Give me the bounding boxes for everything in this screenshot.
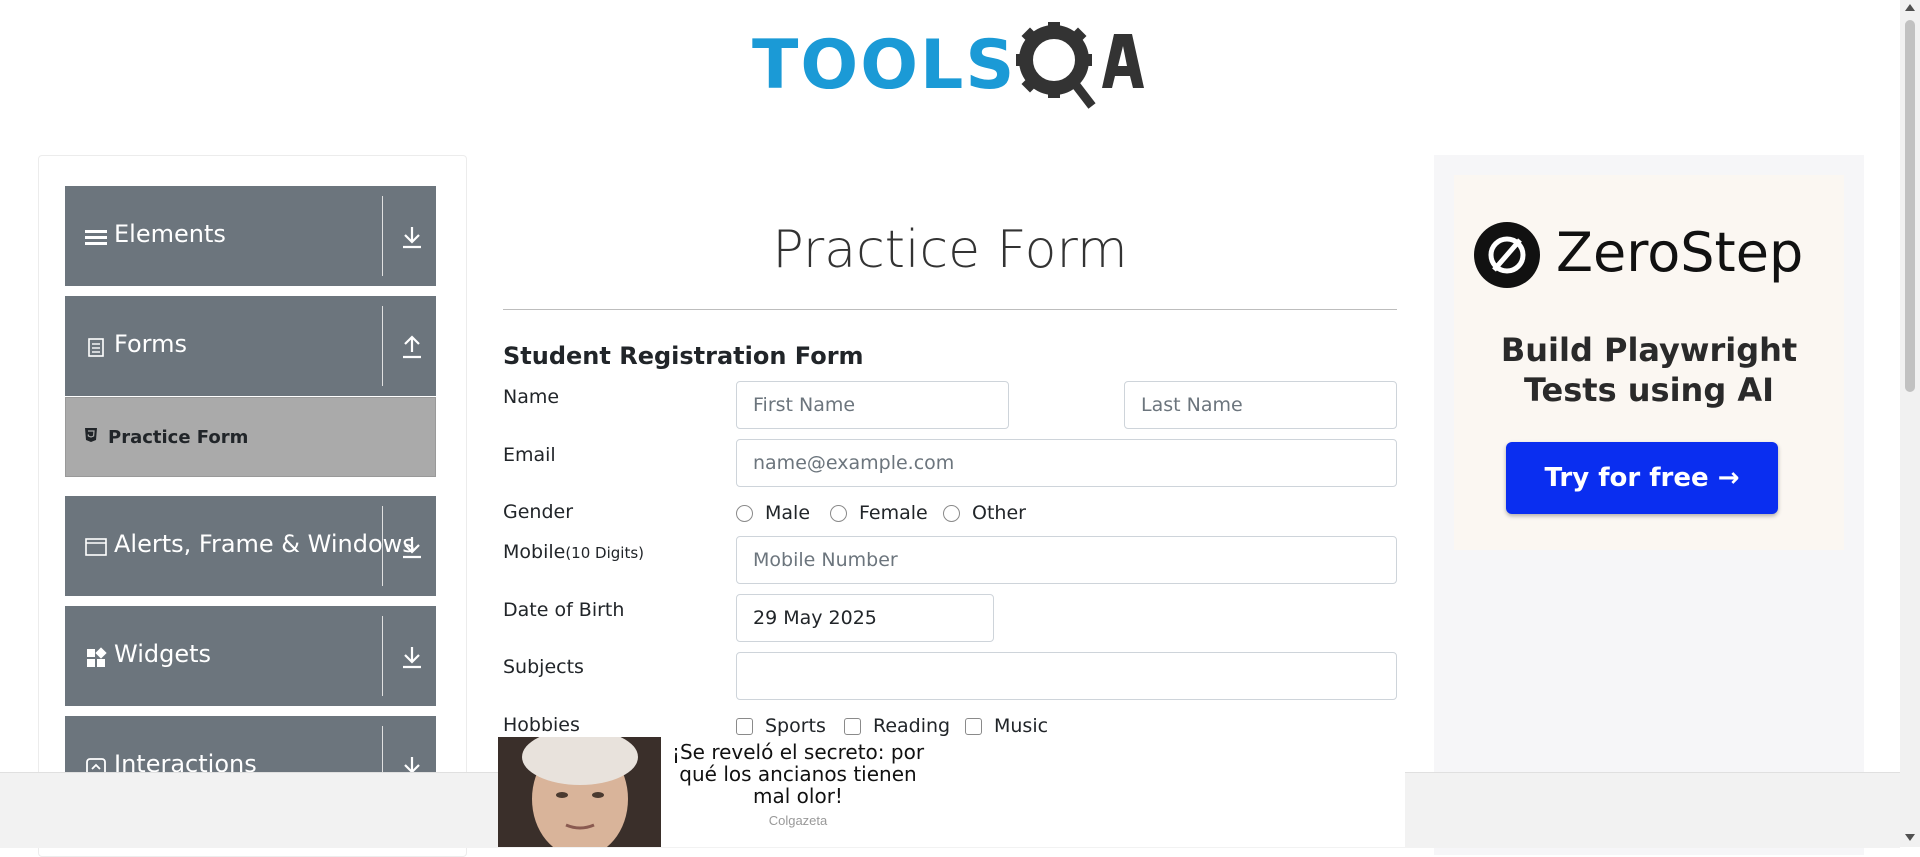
checkbox-label: Music [994, 715, 1049, 737]
download-arrow-icon [403, 537, 421, 559]
try-for-free-button[interactable]: Try for free → [1506, 442, 1778, 514]
upload-arrow-icon [403, 335, 421, 359]
divider [382, 306, 383, 386]
scrollbar-thumb[interactable] [1905, 20, 1915, 392]
sidebar-item-practice-form[interactable]: Practice Form [65, 397, 436, 477]
toolsqa-logo[interactable]: TOOLS [752, 18, 1152, 118]
gender-radio-female[interactable]: Female [830, 502, 928, 524]
radio-circle[interactable] [830, 504, 847, 522]
window-icon [85, 538, 107, 556]
tagline-line: Tests using AI [1523, 371, 1775, 409]
radio-label: Male [765, 502, 811, 524]
scroll-down-arrow-icon[interactable] [1905, 834, 1915, 841]
widgets-icon [87, 647, 107, 667]
logo-text: TOOLS [752, 26, 1017, 105]
radio-label: Female [859, 502, 928, 524]
checkbox-label: Sports [765, 715, 826, 737]
menu-icon [85, 230, 107, 245]
checkbox[interactable] [736, 717, 753, 735]
divider [382, 506, 383, 586]
gender-radio-male[interactable]: Male [736, 502, 810, 524]
hobby-checkbox-music[interactable]: Music [965, 715, 1048, 737]
radio-circle[interactable] [943, 504, 960, 522]
email-input[interactable] [736, 439, 1397, 487]
ad-source: Colgazeta [768, 813, 828, 828]
last-name-input[interactable] [1124, 381, 1397, 429]
native-ad[interactable]: ¡Se reveló el secreto: por qué los ancia… [498, 737, 1405, 847]
zerostep-ad[interactable]: ZeroStep Build Playwright Tests using AI… [1454, 175, 1844, 550]
mobile-label-text: Mobile [503, 541, 566, 563]
sidebar-group-elements[interactable]: Elements [65, 186, 436, 286]
scroll-up-arrow-icon[interactable] [1905, 4, 1915, 11]
mobile-hint: (10 Digits) [565, 544, 644, 562]
logo-gear-qa-icon [1016, 22, 1144, 109]
checkbox[interactable] [844, 717, 861, 735]
scrollbar[interactable] [1900, 0, 1920, 847]
divider [382, 616, 383, 696]
radio-circle[interactable] [736, 504, 753, 522]
email-label: Email [503, 444, 556, 466]
sidebar-group-label: Forms [114, 330, 187, 358]
hobby-checkbox-sports[interactable]: Sports [736, 715, 826, 737]
checkbox[interactable] [965, 717, 982, 735]
document-icon [88, 338, 104, 357]
mobile-label: Mobile(10 Digits) [503, 541, 644, 563]
divider [382, 196, 383, 276]
ad-headline[interactable]: ¡Se reveló el secreto: por qué los ancia… [666, 741, 930, 807]
download-arrow-icon [403, 227, 421, 249]
divider [503, 309, 1397, 310]
form-title: Student Registration Form [503, 342, 864, 370]
zerostep-brand: ZeroStep [1556, 221, 1804, 284]
date-of-birth-input[interactable] [736, 594, 994, 642]
sidebar-group-widgets[interactable]: Widgets [65, 606, 436, 706]
zerostep-logo-icon [1474, 222, 1540, 288]
download-arrow-icon [403, 647, 421, 669]
mobile-input[interactable] [736, 536, 1397, 584]
tagline-line: Build Playwright [1500, 331, 1798, 369]
sidebar-group-label: Widgets [114, 640, 212, 668]
html5-icon [85, 428, 97, 442]
gender-radio-other[interactable]: Other [943, 502, 1026, 524]
dob-label: Date of Birth [503, 599, 625, 621]
page-title: Practice Form [772, 220, 1128, 280]
checkbox-label: Reading [873, 715, 951, 737]
sidebar-group-alerts[interactable]: Alerts, Frame & Windows [65, 496, 436, 596]
gender-label: Gender [503, 501, 574, 523]
sidebar-group-label: Elements [114, 220, 226, 248]
first-name-input[interactable] [736, 381, 1009, 429]
sidebar-item-label: Practice Form [108, 427, 249, 448]
radio-label: Other [972, 502, 1026, 524]
subjects-label: Subjects [503, 656, 584, 678]
name-label: Name [503, 386, 560, 408]
sidebar: Elements Forms Practice Form Alerts, Fra… [38, 155, 467, 857]
zerostep-tagline: Build Playwright Tests using AI [1454, 330, 1844, 410]
hobbies-label: Hobbies [503, 714, 580, 736]
hobby-checkbox-reading[interactable]: Reading [844, 715, 950, 737]
right-ad-panel: ZeroStep Build Playwright Tests using AI… [1434, 155, 1864, 855]
sidebar-group-label: Alerts, Frame & Windows [114, 530, 415, 558]
subjects-input[interactable] [736, 652, 1397, 700]
sidebar-group-forms[interactable]: Forms [65, 296, 436, 396]
ad-photo [498, 737, 661, 847]
